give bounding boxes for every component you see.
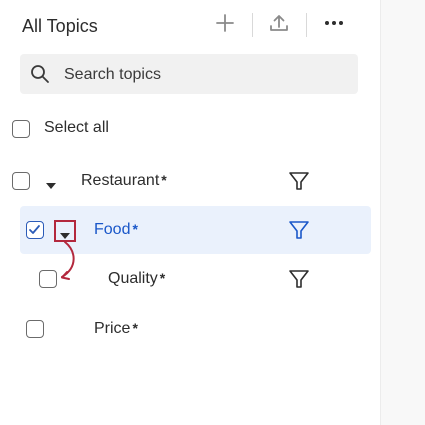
search-icon <box>30 64 50 89</box>
topic-checkbox-quality[interactable] <box>39 270 57 288</box>
search-input[interactable] <box>62 54 346 96</box>
topic-label-quality: Quality * <box>108 270 166 287</box>
filter-icon <box>287 172 311 197</box>
toolbar-divider <box>306 13 307 37</box>
adjacent-panel-edge <box>380 0 425 425</box>
topic-checkbox-price[interactable] <box>26 320 44 338</box>
toolbar-divider <box>252 13 253 37</box>
annotation-arrow <box>56 241 80 288</box>
plus-icon <box>214 12 236 39</box>
topic-star: * <box>159 270 166 286</box>
panel-title: All Topics <box>22 16 98 36</box>
more-horizontal-icon <box>323 12 345 39</box>
expand-toggle-food[interactable] <box>54 220 76 242</box>
topic-label-restaurant: Restaurant * <box>81 172 167 189</box>
select-all-label: Select all <box>44 119 109 136</box>
select-all-checkbox[interactable] <box>12 120 30 138</box>
more-options-button[interactable] <box>319 10 349 40</box>
topic-star: * <box>161 172 167 188</box>
upload-button[interactable] <box>264 10 294 40</box>
caret-down-icon <box>44 177 58 194</box>
topic-star: * <box>132 221 138 237</box>
topic-checkbox-restaurant[interactable] <box>12 172 30 190</box>
upload-icon <box>268 12 290 39</box>
add-topic-button[interactable] <box>210 10 240 40</box>
filter-icon <box>287 221 311 246</box>
expand-toggle-restaurant[interactable] <box>44 177 58 195</box>
filter-button-quality[interactable] <box>287 267 311 291</box>
search-box <box>20 54 358 96</box>
topic-label-price: Price * <box>94 320 138 337</box>
topics-panel: All Topics Select all Restaurant* <box>0 0 380 425</box>
topic-checkbox-food[interactable] <box>26 221 44 239</box>
topic-star: * <box>132 320 138 336</box>
filter-button-food[interactable] <box>287 218 311 242</box>
filter-button-restaurant[interactable] <box>287 169 311 193</box>
topic-label-food: Food * <box>94 221 138 238</box>
filter-icon <box>287 270 311 295</box>
